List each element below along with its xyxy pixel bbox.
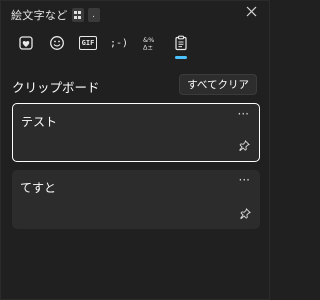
symbols-icon: &% Δ±	[143, 36, 154, 52]
clipboard-heading: クリップボード	[12, 80, 100, 95]
clipboard-item[interactable]: テスト ···	[12, 103, 260, 162]
category-tabs: GIF ;-) &% Δ±	[15, 31, 201, 59]
pin-icon	[239, 140, 250, 152]
more-options-button[interactable]: ···	[239, 173, 250, 187]
clipboard-item-text: テスト	[21, 115, 58, 129]
more-options-button[interactable]: ···	[238, 107, 249, 121]
clear-all-button[interactable]: すべてクリア	[179, 74, 257, 95]
tab-emoji[interactable]	[46, 31, 68, 55]
clipboard-icon	[175, 35, 187, 51]
close-icon	[246, 6, 257, 17]
tab-favorites[interactable]	[15, 31, 37, 55]
kaomoji-icon: ;-)	[109, 37, 129, 49]
pin-button[interactable]	[240, 204, 251, 223]
tab-symbols[interactable]: &% Δ±	[139, 31, 161, 55]
shortcut-key: .	[87, 8, 100, 22]
tab-kaomoji[interactable]: ;-)	[108, 31, 130, 55]
close-button[interactable]	[246, 6, 257, 21]
clipboard-item[interactable]: てすと ···	[12, 170, 260, 229]
svg-text:Δ±: Δ±	[143, 44, 153, 52]
pin-button[interactable]	[239, 136, 250, 155]
emoji-smile-icon	[50, 36, 64, 50]
clipboard-item-text: てすと	[20, 181, 57, 195]
gif-icon: GIF	[78, 36, 98, 50]
windows-logo-icon	[71, 8, 84, 22]
title-bar: 絵文字など .	[11, 7, 100, 23]
tab-gif[interactable]: GIF	[77, 31, 99, 55]
window-title: 絵文字など	[11, 9, 68, 22]
pin-icon	[240, 208, 251, 220]
heart-emoji-icon	[19, 36, 33, 50]
tab-clipboard[interactable]	[170, 31, 192, 59]
emoji-panel: 絵文字など . GIF ;-) &% Δ± クリップボード すべてクリア テスト…	[0, 0, 270, 300]
